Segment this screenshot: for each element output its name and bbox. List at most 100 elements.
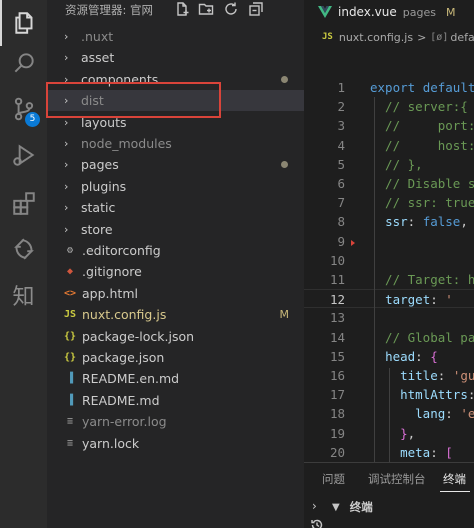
folder-item[interactable]: › node_modules: [47, 133, 304, 154]
tab-index-vue[interactable]: index.vue pages M: [304, 0, 474, 24]
item-label: plugins: [81, 178, 127, 194]
line-number: 5: [337, 156, 345, 172]
json-icon: {}: [63, 330, 77, 342]
remote-explorer-icon[interactable]: [0, 226, 47, 272]
history-icon[interactable]: [310, 517, 324, 528]
folder-item[interactable]: › store: [47, 219, 304, 240]
tab-terminal[interactable]: 终端: [443, 471, 466, 487]
line-text: // Disable s: [370, 176, 474, 191]
git-icon: ◆: [66, 266, 74, 278]
folder-item[interactable]: › static: [47, 197, 304, 218]
line-number: 2: [337, 99, 345, 115]
item-label: package.json: [82, 350, 165, 365]
line-number: 6: [337, 176, 345, 191]
file-item[interactable]: ≡ yarn.lock: [47, 433, 304, 454]
folder-item[interactable]: › .nuxt: [47, 26, 304, 47]
code-line[interactable]: 3 // port:: [304, 116, 474, 135]
breadcrumb-symbol[interactable]: defa: [450, 31, 474, 44]
line-number: 9: [337, 233, 345, 249]
folder-item[interactable]: › asset: [47, 47, 304, 68]
file-item[interactable]: JS nuxt.config.js M: [47, 304, 304, 325]
line-text: target: ': [385, 292, 453, 308]
explorer-header: 资源管理器: 官网: [47, 0, 304, 22]
line-number: 16: [329, 368, 345, 383]
line-text: // server:{: [370, 99, 468, 115]
line-text: },: [400, 425, 416, 441]
code-line[interactable]: 11 // Target: h: [304, 270, 474, 289]
line-text: // Target: h: [370, 272, 474, 287]
code-line[interactable]: 14 // Global pa: [304, 328, 474, 347]
annotation-highlight-box: [46, 82, 221, 118]
breadcrumb-file[interactable]: nuxt.config.js: [339, 31, 413, 44]
file-item[interactable]: ◆ .gitignore: [47, 261, 304, 282]
code-line[interactable]: 9: [304, 232, 474, 251]
folder-item[interactable]: › plugins: [47, 176, 304, 197]
line-number: 7: [337, 195, 345, 211]
code-line[interactable]: 1 export default: [304, 78, 474, 97]
terminal-section-header[interactable]: ▼ 终端: [304, 497, 474, 517]
new-file-icon[interactable]: [174, 1, 190, 17]
terminal-label: 终端: [349, 500, 373, 514]
json-icon: {}: [63, 352, 77, 363]
chevron-right-icon: ›: [64, 158, 69, 172]
search-icon[interactable]: [0, 40, 47, 86]
line-number: 15: [329, 348, 345, 364]
item-label: .editorconfig: [82, 243, 161, 258]
new-folder-icon[interactable]: [198, 1, 214, 17]
indent-guide: [374, 97, 375, 462]
source-control-icon[interactable]: 5: [0, 86, 47, 132]
gear-icon: ⚙: [66, 245, 74, 256]
code-line[interactable]: 4 // host:: [304, 136, 474, 155]
line-text: head: {: [385, 348, 438, 364]
html-icon: <>: [63, 287, 77, 299]
code-line[interactable]: 12 target: ': [304, 289, 474, 309]
code-line[interactable]: 15 head: {: [304, 347, 474, 366]
line-text: lang: 'e: [415, 406, 474, 422]
line-text: // Global pa: [370, 329, 474, 345]
tab-problems[interactable]: 问题: [322, 471, 345, 487]
line-number: 10: [329, 252, 345, 268]
file-item[interactable]: {} package.json: [47, 347, 304, 368]
file-item[interactable]: {} package-lock.json: [47, 326, 304, 347]
file-item[interactable]: ▐ README.md: [47, 390, 304, 411]
item-label: nuxt.config.js: [82, 307, 167, 323]
item-label: package-lock.json: [82, 328, 195, 344]
file-item[interactable]: ≡ yarn-error.log: [47, 411, 304, 432]
code-line[interactable]: 13: [304, 308, 474, 327]
lock-icon: ≡: [66, 437, 74, 449]
tab-debug-console[interactable]: 调试控制台: [368, 471, 426, 487]
modified-dot: [281, 75, 288, 83]
file-item[interactable]: ▐ README.en.md: [47, 368, 304, 389]
line-text: // ssr: true: [370, 195, 474, 211]
js-icon: JS: [322, 32, 333, 42]
line-text: // port:: [370, 118, 474, 134]
refresh-icon[interactable]: [223, 1, 239, 17]
item-label: store: [81, 221, 113, 237]
file-item[interactable]: ⚙ .editorconfig: [47, 240, 304, 261]
tab-modified-indicator: M: [445, 5, 456, 19]
code-editor[interactable]: 1 export default 2 // server:{3 // port: 4 …: [304, 78, 474, 462]
collapse-all-icon[interactable]: [248, 1, 264, 17]
code-line[interactable]: 2 // server:{: [304, 97, 474, 116]
zhi-icon[interactable]: 知: [0, 272, 47, 318]
code-line[interactable]: 7 // ssr: true: [304, 193, 474, 212]
code-line[interactable]: 10: [304, 251, 474, 270]
modified-dot: [281, 161, 288, 169]
line-number: 4: [337, 137, 345, 153]
item-label: README.en.md: [82, 371, 180, 387]
line-number: 8: [337, 214, 345, 230]
folder-item[interactable]: › pages: [47, 154, 304, 175]
line-number: 13: [329, 310, 345, 326]
code-line[interactable]: 5 // },: [304, 155, 474, 174]
code-line[interactable]: 8 ssr: false,: [304, 212, 474, 231]
line-text: // },: [370, 156, 423, 172]
item-label: static: [81, 200, 116, 216]
line-number: 12: [329, 292, 345, 308]
run-debug-icon[interactable]: [0, 132, 47, 178]
file-item[interactable]: <> app.html: [47, 283, 304, 304]
chevron-right-icon: ›: [64, 222, 69, 236]
code-line[interactable]: 6 // Disable s: [304, 174, 474, 193]
editor-tab-bar: index.vue pages M: [304, 0, 474, 24]
extensions-icon[interactable]: [0, 180, 47, 226]
chevron-down-icon: ▼: [332, 501, 340, 513]
